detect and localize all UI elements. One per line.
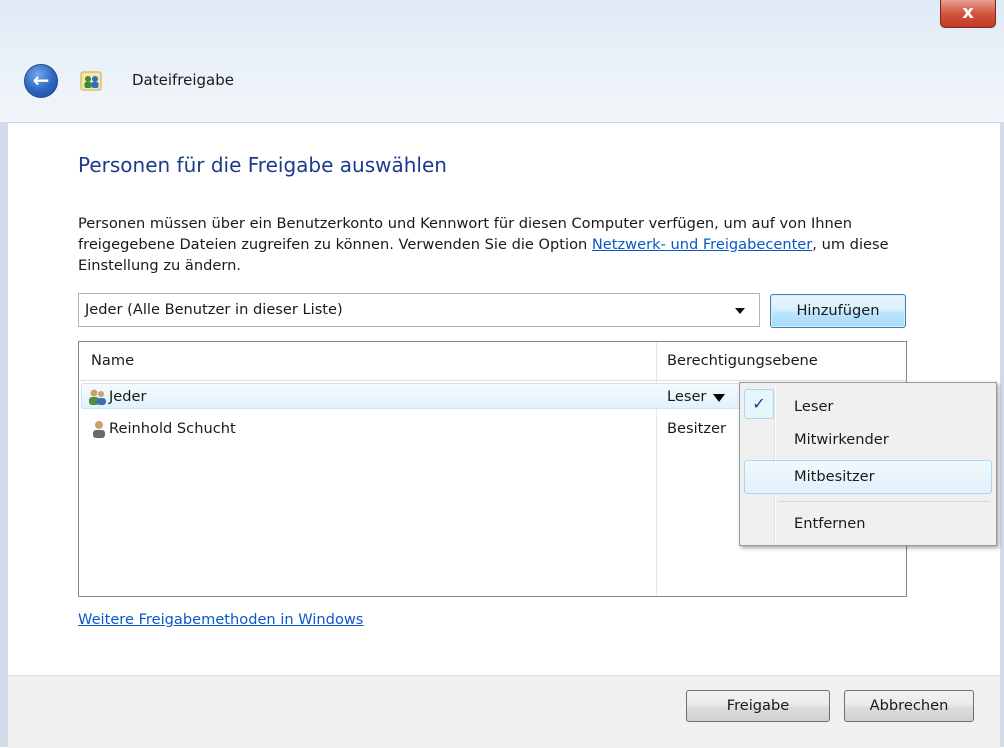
- page-heading: Personen für die Freigabe auswählen: [78, 153, 447, 177]
- checkmark-icon: ✓: [744, 389, 774, 419]
- combo-value: Jeder (Alle Benutzer in dieser Liste): [85, 301, 343, 318]
- back-arrow-icon: ←: [32, 68, 50, 92]
- header-divider: [79, 380, 906, 381]
- column-header-permission[interactable]: Berechtigungsebene: [667, 342, 818, 380]
- row-permission-reinhold: Besitzer: [667, 420, 727, 437]
- permission-dropdown-icon[interactable]: [713, 394, 725, 402]
- user-combo-box[interactable]: Jeder (Alle Benutzer in dieser Liste): [78, 293, 760, 327]
- menu-item-mitwirkender[interactable]: Mitwirkender: [794, 431, 889, 448]
- row-name-jeder[interactable]: Jeder: [109, 388, 147, 405]
- description-text: Personen müssen über ein Benutzerkonto u…: [78, 213, 948, 276]
- menu-item-leser[interactable]: Leser: [794, 398, 833, 415]
- group-users-icon: [89, 389, 106, 405]
- close-button[interactable]: x: [940, 0, 996, 28]
- menu-item-mitbesitzer[interactable]: Mitbesitzer: [794, 468, 875, 485]
- window-border-right: [1000, 122, 1004, 747]
- cancel-button[interactable]: Abbrechen: [844, 690, 974, 722]
- window-title: Dateifreigabe: [132, 71, 234, 89]
- table-row-selected[interactable]: [81, 383, 741, 409]
- window-border-left: [0, 122, 8, 747]
- user-icon: [93, 421, 105, 438]
- menu-item-entfernen[interactable]: Entfernen: [794, 515, 866, 532]
- permission-menu: ✓ Leser Mitwirkender Mitbesitzer Entfern…: [739, 382, 997, 546]
- file-sharing-icon: [80, 71, 102, 91]
- row-name-reinhold[interactable]: Reinhold Schucht: [109, 420, 236, 437]
- back-button[interactable]: ←: [24, 64, 58, 98]
- row-permission-jeder[interactable]: Leser: [667, 388, 706, 405]
- title-bar: [0, 0, 1004, 122]
- combo-dropdown-icon[interactable]: [735, 308, 745, 314]
- column-header-name[interactable]: Name: [91, 342, 134, 380]
- share-button[interactable]: Freigabe: [686, 690, 830, 722]
- network-center-link[interactable]: Netzwerk- und Freigabecenter: [592, 236, 812, 253]
- more-sharing-methods-link[interactable]: Weitere Freigabemethoden in Windows: [78, 611, 363, 628]
- add-button[interactable]: Hinzufügen: [770, 294, 906, 328]
- menu-separator: [778, 501, 990, 502]
